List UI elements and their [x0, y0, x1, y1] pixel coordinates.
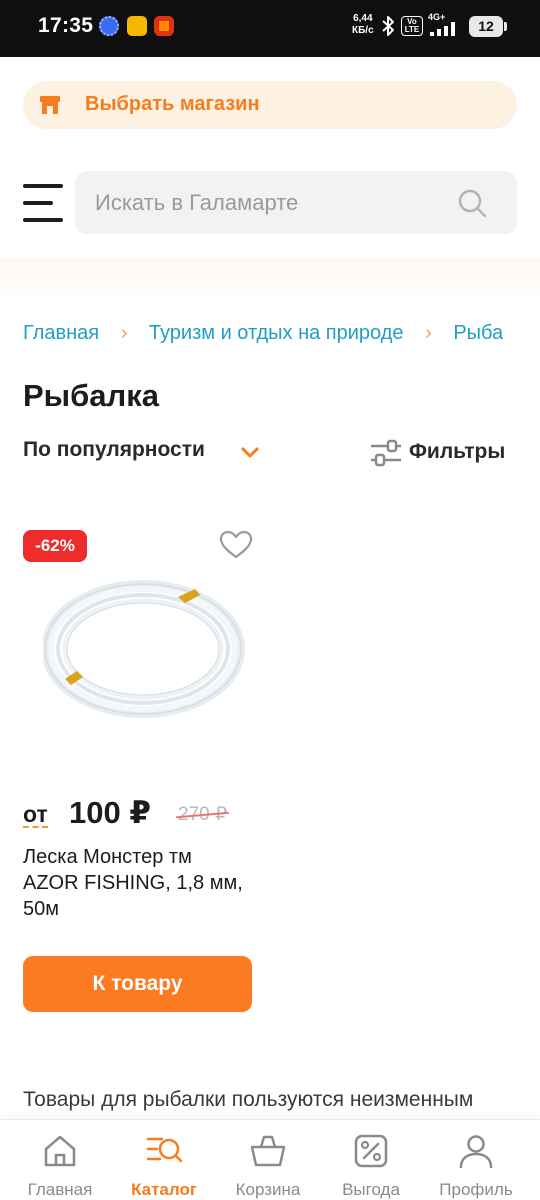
notification-app-icon: [127, 16, 147, 36]
discount-icon: [354, 1134, 388, 1168]
breadcrumb-link-home[interactable]: Главная: [23, 322, 99, 345]
discount-badge: -62%: [23, 530, 87, 562]
nav-item-benefits[interactable]: Выгода: [317, 1120, 425, 1200]
product-name[interactable]: Леска Монстер тм AZOR FISHING, 1,8 мм, 5…: [23, 844, 248, 922]
heart-icon[interactable]: [219, 530, 253, 560]
volte-icon: Vo LTE: [401, 16, 423, 36]
price-prefix: от: [23, 801, 48, 828]
search-icon[interactable]: [457, 188, 487, 218]
network-speed: 6,44 КБ/с: [352, 13, 374, 36]
breadcrumb: Главная › Туризм и отдых на природе › Ры…: [23, 322, 540, 352]
filters-label: Фильтры: [409, 440, 506, 463]
breadcrumb-link-fishing[interactable]: Рыба: [453, 322, 503, 345]
store-icon: [40, 96, 60, 114]
store-selector-button[interactable]: Выбрать магазин: [23, 81, 517, 129]
nav-item-profile[interactable]: Профиль: [422, 1120, 530, 1200]
page-title: Рыбалка: [23, 378, 159, 413]
nav-label: Каталог: [131, 1180, 197, 1199]
nav-label: Главная: [27, 1180, 93, 1199]
category-description: Товары для рыбалки пользуются неизменным: [23, 1088, 474, 1111]
search-bar[interactable]: [75, 171, 517, 234]
search-input[interactable]: [95, 171, 445, 234]
nav-item-home[interactable]: Главная: [6, 1120, 114, 1200]
nav-label: Корзина: [235, 1180, 301, 1199]
nav-label: Выгода: [342, 1180, 400, 1199]
product-image[interactable]: [43, 567, 248, 732]
nav-item-cart[interactable]: Корзина: [214, 1120, 322, 1200]
battery-icon: 12: [469, 16, 507, 37]
breadcrumb-separator-icon: ›: [425, 322, 432, 345]
current-price: 100 ₽: [69, 795, 151, 830]
signal-icon: [430, 22, 455, 36]
catalog-icon: [146, 1137, 182, 1163]
header-shadow: [0, 258, 540, 298]
network-type: 4G+: [428, 12, 446, 22]
store-selector-label: Выбрать магазин: [85, 93, 260, 115]
bluetooth-icon: [382, 16, 394, 36]
notification-app-icon: [99, 16, 119, 36]
menu-icon[interactable]: [23, 182, 63, 224]
nav-label: Профиль: [439, 1180, 513, 1199]
to-product-button[interactable]: К товару: [23, 956, 252, 1012]
sort-label: По популярности: [23, 438, 205, 461]
breadcrumb-separator-icon: ›: [120, 322, 128, 345]
basket-icon: [250, 1135, 286, 1167]
status-time: 17:35: [38, 14, 94, 37]
sort-dropdown[interactable]: По популярности: [23, 438, 259, 468]
old-price: 270 ₽: [178, 804, 228, 825]
filters-icon: [371, 439, 401, 467]
profile-icon: [459, 1135, 493, 1169]
product-card[interactable]: -62% от 100 ₽ 270 ₽ Леска Монстер тм AZO…: [23, 525, 263, 1015]
notification-app-icon: [154, 16, 174, 36]
home-icon: [44, 1135, 76, 1167]
status-bar: 17:35 6,44 КБ/с Vo LTE 4G+ 12: [0, 0, 540, 57]
filters-button[interactable]: Фильтры: [370, 437, 530, 469]
breadcrumb-link-tourism[interactable]: Туризм и отдых на природе: [149, 322, 404, 345]
chevron-down-icon: [241, 447, 259, 458]
bottom-navigation: Главная Каталог Корзина Выгода Профиль: [0, 1119, 540, 1200]
nav-item-catalog[interactable]: Каталог: [110, 1120, 218, 1200]
